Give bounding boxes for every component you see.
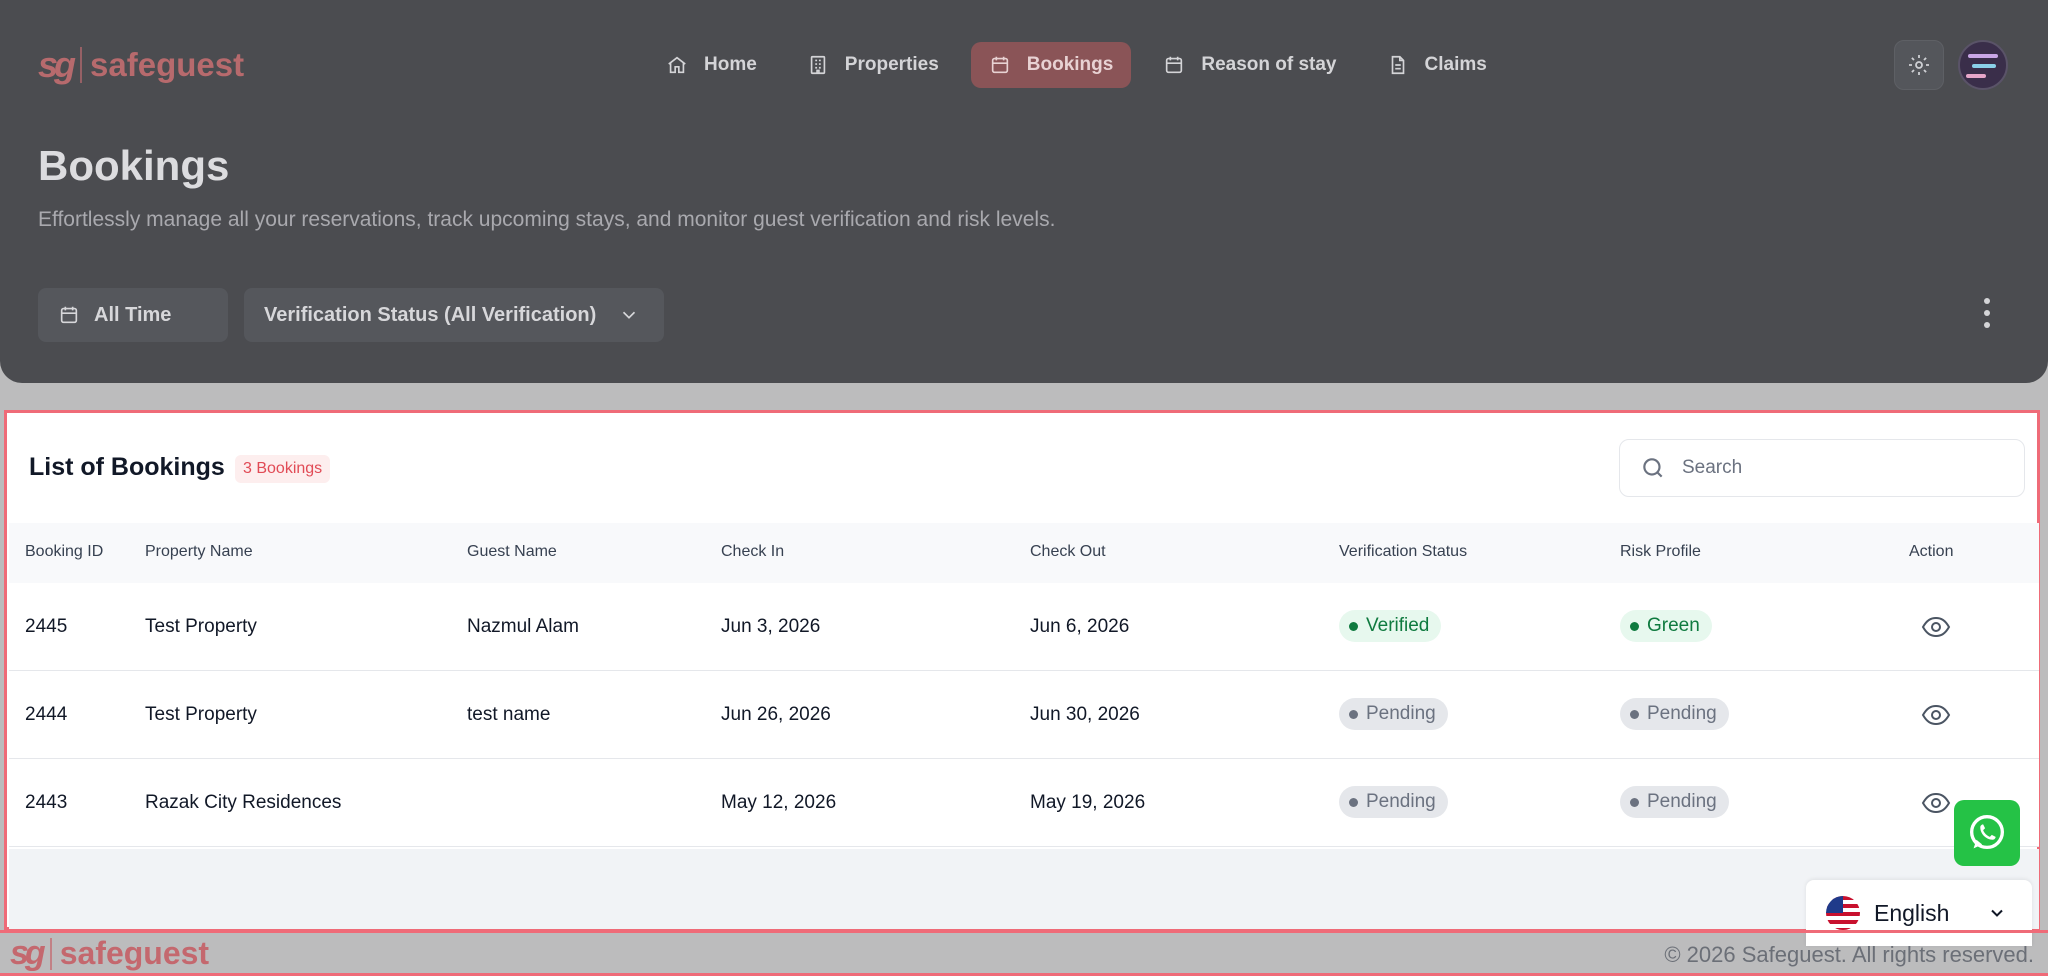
- column-check-out: Check Out: [1030, 543, 1106, 560]
- nav-reason-of-stay-label: Reason of stay: [1201, 54, 1337, 75]
- home-icon: [668, 56, 686, 74]
- nav-properties-label: Properties: [844, 54, 939, 75]
- status-dot-icon: [1630, 797, 1639, 807]
- date-range-value: All Time: [94, 303, 172, 326]
- main-nav: Home Properties Bookings Reason of stay …: [648, 42, 1505, 88]
- verification-status-badge: Verified: [1339, 610, 1442, 642]
- page-subtitle: Effortlessly manage all your reservation…: [38, 208, 1056, 231]
- column-verification-status: Verification Status: [1339, 543, 1468, 560]
- check-in-date: Jun 3, 2026: [721, 616, 821, 637]
- gear-icon: [1909, 55, 1929, 75]
- column-risk-profile: Risk Profile: [1620, 543, 1701, 560]
- nav-properties[interactable]: Properties: [789, 42, 957, 88]
- booking-id: 2444: [25, 704, 68, 725]
- search-input[interactable]: [1682, 457, 2002, 479]
- property-name: Razak City Residences: [145, 792, 342, 813]
- column-guest-name: Guest Name: [467, 543, 557, 560]
- table-footer: [9, 849, 2039, 929]
- nav-claims[interactable]: Claims: [1369, 42, 1505, 88]
- nav-bookings-label: Bookings: [1026, 54, 1114, 75]
- column-action: Action: [1909, 543, 1954, 560]
- calendar-icon: [1166, 56, 1183, 74]
- property-name: Test Property: [145, 704, 257, 725]
- chevron-down-icon: [623, 311, 636, 319]
- table-row[interactable]: 2445 Test Property Nazmul Alam Jun 3, 20…: [9, 583, 2039, 671]
- column-booking-id: Booking ID: [25, 543, 104, 560]
- search-box[interactable]: [1619, 439, 2025, 497]
- table-row[interactable]: 2444 Test Property test name Jun 26, 202…: [9, 671, 2039, 759]
- status-dot-icon: [1630, 709, 1639, 719]
- page-title: Bookings: [38, 142, 230, 189]
- logo-text: safeguest: [90, 46, 245, 83]
- check-in-date: May 12, 2026: [721, 792, 837, 813]
- booking-id: 2445: [25, 616, 68, 637]
- language-label: English: [1874, 899, 1950, 926]
- verification-status-filter[interactable]: Verification Status (All Verification): [244, 288, 664, 342]
- nav-claims-label: Claims: [1424, 54, 1487, 75]
- view-icon[interactable]: [1921, 791, 1951, 815]
- guest-name: test name: [467, 704, 551, 725]
- check-out-date: May 19, 2026: [1030, 792, 1146, 813]
- view-icon[interactable]: [1921, 615, 1951, 639]
- list-title: List of Bookings: [29, 453, 225, 481]
- risk-profile-label: Green: [1647, 615, 1700, 636]
- footer-logo[interactable]: sg safeguest: [10, 934, 209, 973]
- bookings-count-badge: 3 Bookings: [235, 455, 331, 483]
- search-icon: [1643, 458, 1663, 478]
- document-icon: [1391, 55, 1404, 75]
- risk-profile-label: Pending: [1647, 791, 1717, 812]
- header-panel: sg safeguest Home Properties Bookings Re…: [0, 0, 2048, 383]
- nav-home[interactable]: Home: [648, 42, 775, 88]
- more-options-icon[interactable]: [1984, 298, 1990, 328]
- guest-name: Nazmul Alam: [467, 616, 579, 637]
- check-out-date: Jun 6, 2026: [1030, 616, 1130, 637]
- nav-bookings[interactable]: Bookings: [970, 42, 1132, 88]
- status-dot-icon: [1349, 621, 1358, 631]
- booking-id: 2443: [25, 792, 68, 813]
- logo-mark: sg: [38, 44, 76, 85]
- risk-profile-label: Pending: [1647, 703, 1717, 724]
- footer-logo-mark: sg: [10, 934, 46, 972]
- calendar-icon: [991, 56, 1008, 74]
- status-dot-icon: [1630, 621, 1639, 631]
- table-header: Booking ID Property Name Guest Name Chec…: [9, 523, 2039, 583]
- status-dot-icon: [1349, 797, 1358, 807]
- nav-reason-of-stay[interactable]: Reason of stay: [1145, 42, 1354, 88]
- verification-status-badge: Pending: [1339, 698, 1448, 730]
- user-avatar[interactable]: [1958, 40, 2008, 90]
- risk-profile-badge: Green: [1620, 610, 1712, 642]
- table-row[interactable]: 2443 Razak City Residences May 12, 2026 …: [9, 759, 2039, 847]
- check-out-date: Jun 30, 2026: [1030, 704, 1140, 725]
- property-name: Test Property: [145, 616, 257, 637]
- logo[interactable]: sg safeguest: [38, 44, 244, 86]
- verification-status-label: Verified: [1366, 615, 1430, 636]
- verification-status-label: Pending: [1366, 791, 1436, 812]
- date-range-filter[interactable]: All Time: [38, 288, 228, 342]
- column-property-name: Property Name: [145, 543, 253, 560]
- us-flag-icon: [1826, 896, 1860, 930]
- whatsapp-button[interactable]: [1954, 800, 2020, 866]
- whatsapp-icon: [1969, 815, 2005, 850]
- logo-divider: [80, 47, 83, 83]
- footer-logo-divider: [49, 937, 52, 970]
- check-in-date: Jun 26, 2026: [721, 704, 831, 725]
- nav-home-label: Home: [704, 54, 757, 75]
- chevron-down-icon: [1991, 909, 2004, 917]
- verification-status-badge: Pending: [1339, 786, 1448, 818]
- status-dot-icon: [1349, 709, 1358, 719]
- calendar-icon: [60, 306, 78, 324]
- risk-profile-badge: Pending: [1620, 786, 1729, 818]
- verification-filter-value: Verification Status (All Verification): [264, 303, 597, 326]
- settings-button[interactable]: [1894, 40, 1944, 90]
- building-icon: [810, 55, 826, 75]
- footer-logo-text: safeguest: [59, 935, 210, 971]
- copyright-text: © 2026 Safeguest. All rights reserved.: [1664, 942, 2034, 967]
- risk-profile-badge: Pending: [1620, 698, 1729, 730]
- verification-status-label: Pending: [1366, 703, 1436, 724]
- bookings-card: List of Bookings 3 Bookings Booking ID P…: [4, 410, 2040, 930]
- view-icon[interactable]: [1921, 703, 1951, 727]
- column-check-in: Check In: [721, 543, 785, 560]
